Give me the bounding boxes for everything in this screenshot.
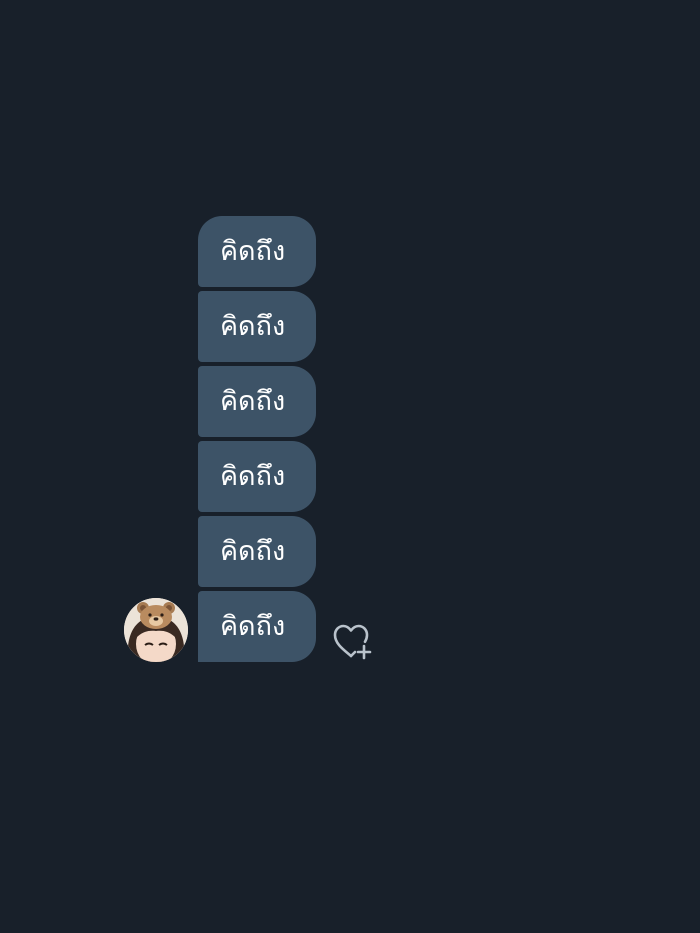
- message-bubble[interactable]: คิดถึง: [198, 591, 316, 662]
- message-bubble[interactable]: คิดถึง: [198, 291, 316, 362]
- avatar-image: [124, 598, 188, 662]
- message-bubble[interactable]: คิดถึง: [198, 366, 316, 437]
- heart-plus-icon: [333, 624, 372, 660]
- message-bubble[interactable]: คิดถึง: [198, 216, 316, 287]
- add-reaction-button[interactable]: [332, 622, 374, 662]
- avatar[interactable]: [124, 598, 188, 662]
- message-bubble[interactable]: คิดถึง: [198, 516, 316, 587]
- message-bubble[interactable]: คิดถึง: [198, 441, 316, 512]
